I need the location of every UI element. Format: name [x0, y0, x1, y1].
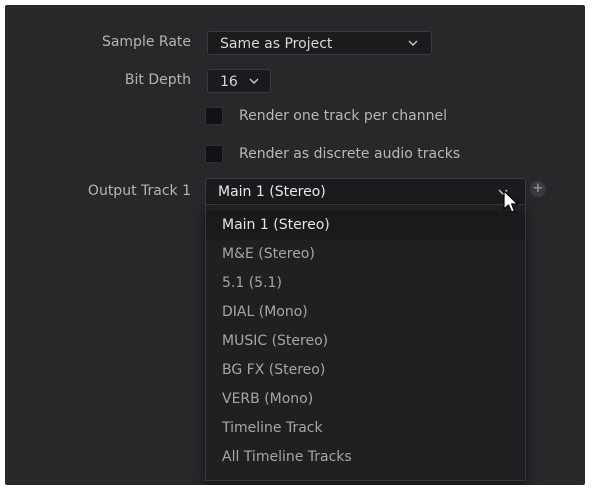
render-one-track-per-channel-option[interactable]: Render one track per channel [205, 106, 505, 128]
audio-render-settings-panel: Sample Rate Same as Project Bit Depth 16… [5, 5, 585, 485]
dropdown-option-bg-fx-stereo[interactable]: BG FX (Stereo) [206, 356, 525, 385]
mouse-pointer-icon [503, 190, 519, 213]
chevron-down-icon [408, 40, 418, 46]
sample-rate-label: Sample Rate [101, 34, 191, 50]
bit-depth-value: 16 [220, 74, 238, 90]
render-discrete-audio-tracks-checkbox[interactable] [205, 145, 223, 163]
render-discrete-audio-tracks-option[interactable]: Render as discrete audio tracks [205, 144, 505, 166]
dropdown-option-timeline-track[interactable]: Timeline Track [206, 414, 525, 443]
bit-depth-label: Bit Depth [124, 72, 191, 88]
dropdown-option-verb-mono[interactable]: VERB (Mono) [206, 385, 525, 414]
dropdown-option-main-1-stereo[interactable]: Main 1 (Stereo) [206, 211, 525, 240]
dropdown-option-dial-mono[interactable]: DIAL (Mono) [206, 298, 525, 327]
output-track-label: Output Track 1 [87, 183, 191, 199]
render-one-track-per-channel-label: Render one track per channel [239, 108, 447, 124]
sample-rate-value: Same as Project [220, 36, 333, 52]
add-output-track-button[interactable]: + [530, 181, 546, 197]
dropdown-option-all-timeline-tracks[interactable]: All Timeline Tracks [206, 443, 525, 472]
bit-depth-select[interactable]: 16 [207, 69, 271, 93]
output-track-dropdown: Main 1 (Stereo) M&E (Stereo) 5.1 (5.1) D… [205, 205, 526, 481]
output-track-value: Main 1 (Stereo) [218, 184, 326, 200]
render-one-track-per-channel-checkbox[interactable] [205, 107, 223, 125]
render-discrete-audio-tracks-label: Render as discrete audio tracks [239, 146, 461, 162]
output-track-select[interactable]: Main 1 (Stereo) [205, 178, 526, 205]
plus-icon: + [532, 181, 544, 196]
dropdown-option-me-stereo[interactable]: M&E (Stereo) [206, 240, 525, 269]
chevron-down-icon [249, 78, 259, 84]
dropdown-option-5-1[interactable]: 5.1 (5.1) [206, 269, 525, 298]
dropdown-option-music-stereo[interactable]: MUSIC (Stereo) [206, 327, 525, 356]
sample-rate-select[interactable]: Same as Project [207, 31, 432, 55]
